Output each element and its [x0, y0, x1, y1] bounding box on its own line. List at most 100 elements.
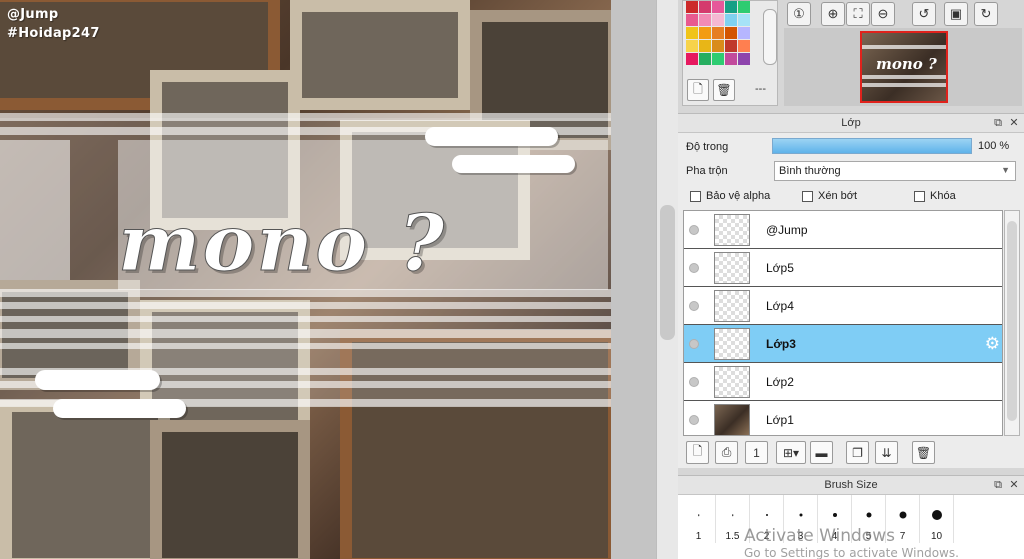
color-swatch[interactable]	[725, 27, 737, 39]
reset-view-button[interactable]: ▣	[944, 2, 968, 26]
layer-thumbnail	[714, 214, 750, 246]
brush-stroke-pill	[425, 127, 558, 146]
color-swatch[interactable]	[725, 40, 737, 52]
layer-row[interactable]: Lớp5	[684, 249, 1002, 287]
duplicate-icon: ❐	[852, 445, 863, 460]
zoom-one-icon: ①	[793, 6, 805, 21]
zoom-out-button[interactable]: ⊖	[871, 2, 895, 26]
delete-color-button[interactable]: 🗑	[713, 79, 735, 101]
color-swatch[interactable]	[738, 40, 750, 52]
brush-size-dot	[697, 514, 700, 516]
layer-row[interactable]: Lớp1	[684, 401, 1002, 435]
palette-scrollbar[interactable]	[763, 9, 777, 65]
color-swatch[interactable]	[738, 1, 750, 13]
scrollbar-thumb[interactable]	[660, 205, 675, 340]
color-swatch[interactable]	[712, 1, 724, 13]
layer-list-scrollbar[interactable]	[1004, 210, 1020, 436]
color-swatch[interactable]	[712, 40, 724, 52]
photo-frame	[0, 400, 170, 559]
photo-frame	[290, 0, 470, 110]
checkbox-box[interactable]	[690, 190, 701, 202]
brush-size-label: 1	[695, 531, 702, 542]
layer-row-selected[interactable]: Lớp3 ⚙	[684, 325, 1002, 363]
blend-mode-select[interactable]: Bình thường ▼	[774, 161, 1016, 181]
protect-alpha-label: Bảo vệ alpha	[706, 190, 771, 202]
fit-window-button[interactable]: ⛶	[846, 2, 870, 26]
overlay-stripe	[0, 343, 611, 349]
new-raster-layer-button[interactable]: 🗋	[686, 441, 709, 464]
color-swatch[interactable]	[686, 27, 698, 39]
canvas-vertical-scrollbar[interactable]	[656, 0, 678, 559]
close-icon[interactable]: ✕	[1008, 117, 1020, 129]
zoom-in-button[interactable]: ⊕	[821, 2, 845, 26]
clip-checkbox[interactable]: Xén bớt	[802, 190, 857, 202]
color-swatch[interactable]	[699, 1, 711, 13]
rotate-right-button[interactable]: ↻	[974, 2, 998, 26]
new-1bit-layer-button[interactable]: 1	[745, 441, 768, 464]
color-swatch[interactable]	[686, 14, 698, 26]
duplicate-layer-button[interactable]: ❐	[846, 441, 869, 464]
visibility-toggle[interactable]	[689, 225, 699, 235]
color-swatch[interactable]	[738, 14, 750, 26]
color-swatch[interactable]	[712, 53, 724, 65]
color-swatch[interactable]	[725, 14, 737, 26]
color-swatch[interactable]	[699, 14, 711, 26]
color-swatch[interactable]	[712, 27, 724, 39]
navigator-toolbar: ① ⊕ ⛶ ⊖ ↺ ▣ ↻	[784, 2, 1022, 26]
color-swatch[interactable]	[712, 14, 724, 26]
color-swatch[interactable]	[699, 27, 711, 39]
rotate-left-button[interactable]: ↺	[912, 2, 936, 26]
visibility-toggle[interactable]	[689, 301, 699, 311]
new-color-set-button[interactable]: 🗋	[687, 79, 709, 101]
navigator-preview[interactable]: mono ?	[860, 31, 948, 103]
overlay-stripe	[0, 113, 611, 121]
zoom-actual-button[interactable]: ①	[787, 2, 811, 26]
popout-icon[interactable]: ⧉	[992, 117, 1004, 129]
brush-size-option[interactable]: 1	[682, 495, 716, 543]
color-swatch[interactable]	[738, 53, 750, 65]
new-vector-layer-button[interactable]: ⎙	[715, 441, 738, 464]
checkbox-box[interactable]	[802, 190, 813, 202]
brush-size-dot	[832, 513, 837, 517]
color-palette: 🗋 🗑 ---	[682, 0, 778, 106]
zoom-in-icon: ⊕	[827, 6, 839, 21]
vector-layer-icon: ⎙	[721, 445, 732, 459]
new-folder-button[interactable]: ▬	[810, 441, 833, 464]
color-swatch[interactable]	[725, 1, 737, 13]
layer-panel-header: Lớp ⧉ ✕	[678, 113, 1024, 133]
layer-row[interactable]: Lớp4	[684, 287, 1002, 325]
color-swatch[interactable]	[725, 53, 737, 65]
visibility-toggle[interactable]	[689, 415, 699, 425]
popout-icon[interactable]: ⧉	[992, 479, 1004, 491]
color-swatch[interactable]	[738, 27, 750, 39]
preview-title: mono ?	[876, 55, 937, 73]
preview-stripe	[862, 75, 946, 79]
trash-icon: 🗑	[716, 83, 732, 97]
color-swatch[interactable]	[699, 53, 711, 65]
zoom-out-icon: ⊖	[877, 6, 889, 21]
navigator-view[interactable]: mono ?	[784, 28, 1022, 106]
visibility-toggle[interactable]	[689, 339, 699, 349]
color-swatch[interactable]	[686, 1, 698, 13]
visibility-toggle[interactable]	[689, 263, 699, 273]
close-icon[interactable]: ✕	[1008, 479, 1020, 491]
drawing-canvas[interactable]: mono ? @Jump #Hoidap247	[0, 0, 611, 559]
new-layer-menu-button[interactable]: ⊞▾	[776, 441, 806, 464]
rotate-right-icon: ↻	[980, 6, 992, 21]
layer-row[interactable]: Lớp2	[684, 363, 1002, 401]
merge-down-button[interactable]: ⇊	[875, 441, 898, 464]
opacity-slider[interactable]	[772, 138, 972, 154]
checkbox-box[interactable]	[914, 190, 925, 202]
scrollbar-thumb[interactable]	[1007, 221, 1017, 421]
brush-size-panel-header: Brush Size ⧉ ✕	[678, 475, 1024, 495]
lock-checkbox[interactable]: Khóa	[914, 190, 956, 202]
delete-layer-button[interactable]: 🗑	[912, 441, 935, 464]
gear-icon[interactable]: ⚙	[985, 334, 1000, 354]
protect-alpha-checkbox[interactable]: Bảo vệ alpha	[690, 190, 770, 202]
visibility-toggle[interactable]	[689, 377, 699, 387]
layer-row[interactable]: @Jump	[684, 211, 1002, 249]
color-swatch[interactable]	[686, 40, 698, 52]
color-swatch[interactable]	[699, 40, 711, 52]
brush-size-option[interactable]: 10	[920, 495, 954, 543]
color-swatch[interactable]	[686, 53, 698, 65]
